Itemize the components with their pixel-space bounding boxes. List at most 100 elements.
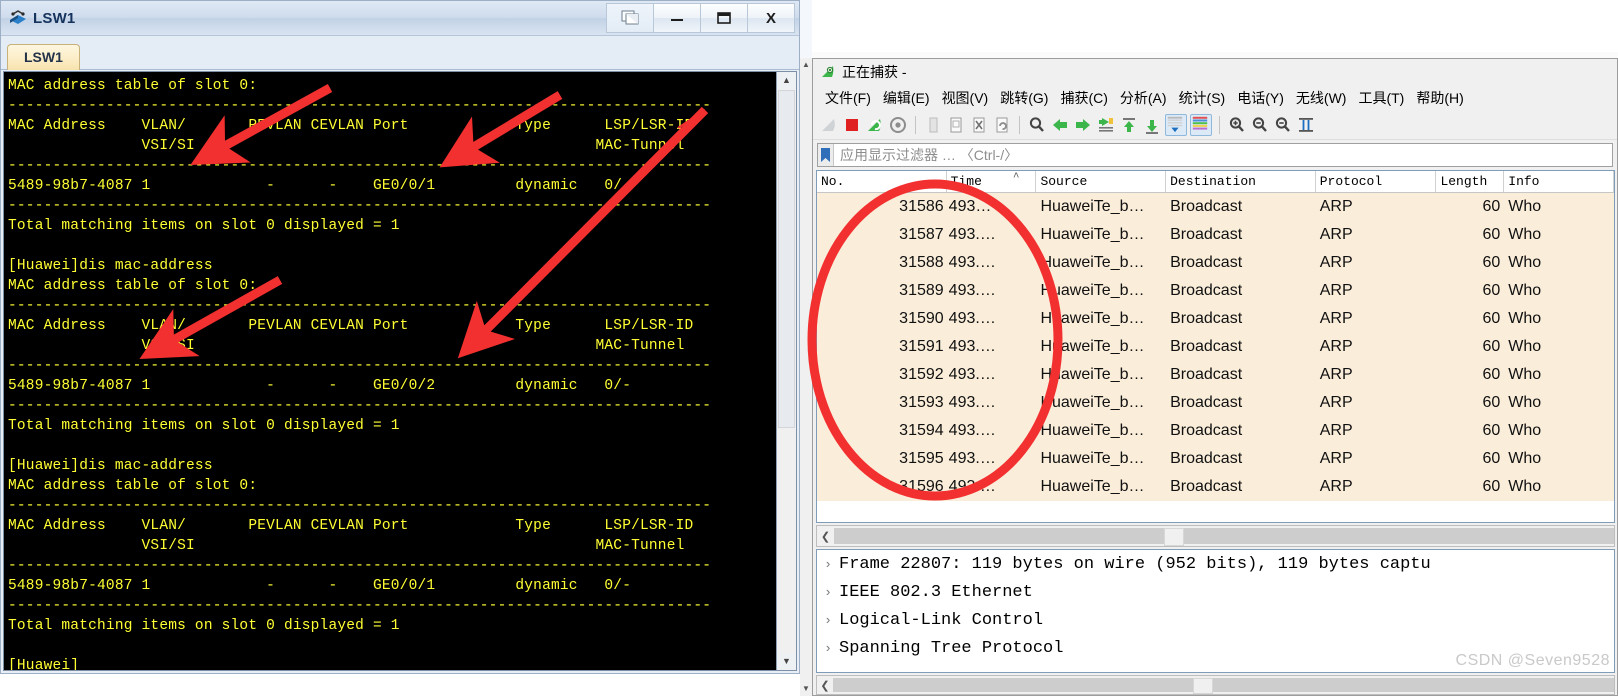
packet-list-row[interactable]: 31587 493.… HuaweiTe_b… Broadcast ARP 60 Who: [817, 221, 1614, 249]
packet-cell-source: HuaweiTe_b…: [1040, 310, 1145, 327]
column-header-protocol[interactable]: Protocol: [1316, 171, 1437, 192]
hscroll-left-arrow-icon[interactable]: ❮: [817, 530, 834, 543]
go-to-packet-icon[interactable]: [1096, 115, 1116, 135]
menu-tools[interactable]: 工具(T): [1352, 86, 1410, 110]
packet-list-row[interactable]: 31596 493.… HuaweiTe_b… Broadcast ARP 60 Who: [817, 473, 1614, 501]
menu-analyze[interactable]: 分析(A): [1114, 86, 1173, 110]
go-to-first-icon[interactable]: [1119, 115, 1139, 135]
packet-list-panel[interactable]: No. Time ^ Source Destination Protocol Le…: [816, 170, 1615, 523]
menu-telephony[interactable]: 电话(Y): [1231, 86, 1290, 110]
expand-arrow-icon[interactable]: ›: [817, 641, 839, 656]
detail-hscroll-thumb[interactable]: [1193, 678, 1213, 694]
reload-file-icon[interactable]: [992, 115, 1012, 135]
menu-capture[interactable]: 捕获(C): [1054, 86, 1113, 110]
column-header-destination[interactable]: Destination: [1166, 171, 1316, 192]
packet-cell-protocol: ARP: [1319, 282, 1353, 299]
display-filter-placeholder: 应用显示过滤器 … 〈Ctrl-/〉: [840, 147, 1019, 163]
zoom-out-icon[interactable]: [1250, 115, 1270, 135]
tab-lsw1[interactable]: LSW1: [7, 44, 80, 70]
packet-cell-protocol: ARP: [1319, 366, 1353, 383]
console-scrollbar-thumb[interactable]: [778, 90, 795, 428]
minimize-window-button[interactable]: [653, 3, 701, 33]
expand-arrow-icon[interactable]: ›: [817, 585, 839, 600]
ensp-scroll-down-icon[interactable]: ▼: [800, 682, 812, 696]
packet-list-row[interactable]: 31588 493.… HuaweiTe_b… Broadcast ARP 60 Who: [817, 249, 1614, 277]
console-scroll-down-icon[interactable]: ▼: [777, 653, 796, 670]
hscroll-track[interactable]: [834, 528, 1614, 546]
column-header-source[interactable]: Source: [1036, 171, 1167, 192]
hscroll-thumb[interactable]: [1164, 528, 1184, 546]
packet-list-row[interactable]: 31595 493.… HuaweiTe_b… Broadcast ARP 60 Who: [817, 445, 1614, 473]
start-capture-icon[interactable]: [819, 115, 839, 135]
filter-bookmark-icon[interactable]: [818, 144, 834, 166]
packet-cell-destination: Broadcast: [1170, 478, 1243, 495]
console-scroll-up-icon[interactable]: ▲: [777, 72, 796, 89]
packet-cell-info: Who: [1508, 450, 1542, 467]
wireshark-toolbar: [813, 111, 1617, 140]
packet-list-row[interactable]: 31593 493.… HuaweiTe_b… Broadcast ARP 60 Who: [817, 389, 1614, 417]
lsw1-terminal-window: LSW1 X LSW1 MAC address table of slot 0:…: [0, 0, 800, 674]
menu-help[interactable]: 帮助(H): [1410, 86, 1469, 110]
stop-capture-icon[interactable]: [842, 115, 862, 135]
display-filter-bar[interactable]: 应用显示过滤器 … 〈Ctrl-/〉: [817, 143, 1613, 167]
packet-cell-info: Who: [1508, 310, 1542, 327]
column-header-time[interactable]: Time ^: [947, 171, 1037, 192]
packet-detail-horizontal-scrollbar[interactable]: ❮: [816, 675, 1615, 695]
save-file-icon[interactable]: [946, 115, 966, 135]
packet-cell-source: HuaweiTe_b…: [1040, 226, 1145, 243]
colorize-icon[interactable]: [1190, 114, 1212, 136]
lsw1-title-bar[interactable]: LSW1 X: [1, 1, 799, 36]
restore-window-button[interactable]: [606, 3, 654, 33]
packet-cell-source: HuaweiTe_b…: [1040, 282, 1145, 299]
menu-wireless[interactable]: 无线(W): [1290, 86, 1353, 110]
open-file-icon[interactable]: [923, 115, 943, 135]
toolbar-separator: [915, 116, 916, 134]
detail-row-frame[interactable]: › Frame 22807: 119 bytes on wire (952 bi…: [817, 550, 1614, 578]
go-back-icon[interactable]: [1050, 115, 1070, 135]
packet-list-row[interactable]: 31594 493.… HuaweiTe_b… Broadcast ARP 60 Who: [817, 417, 1614, 445]
packet-cell-source: HuaweiTe_b…: [1040, 394, 1145, 411]
capture-options-icon[interactable]: [888, 115, 908, 135]
menu-view[interactable]: 视图(V): [936, 86, 995, 110]
detail-hscroll-track[interactable]: [833, 678, 1614, 694]
autoscroll-icon[interactable]: [1165, 114, 1187, 136]
console-text: MAC address table of slot 0: -----------…: [8, 78, 712, 670]
console-vertical-scrollbar[interactable]: ▲ ▼: [776, 72, 796, 670]
resize-columns-icon[interactable]: [1296, 115, 1316, 135]
maximize-window-button[interactable]: [700, 3, 748, 33]
expand-arrow-icon[interactable]: ›: [817, 613, 839, 628]
detail-row-ethernet[interactable]: › IEEE 802.3 Ethernet: [817, 578, 1614, 606]
detail-text: Logical-Link Control: [839, 610, 1044, 630]
close-file-icon[interactable]: [969, 115, 989, 135]
packet-cell-protocol: ARP: [1319, 310, 1353, 327]
ensp-scroll-up-icon[interactable]: ▲: [800, 58, 812, 72]
menu-file[interactable]: 文件(F): [819, 86, 877, 110]
lsw1-tab-strip: LSW1: [1, 36, 799, 70]
packet-list-horizontal-scrollbar[interactable]: ❮: [816, 525, 1615, 547]
close-window-button[interactable]: X: [747, 3, 795, 33]
restart-capture-icon[interactable]: [865, 115, 885, 135]
go-to-last-icon[interactable]: [1142, 115, 1162, 135]
packet-cell-time: 493.…: [948, 254, 996, 271]
packet-list-row[interactable]: 31586 493… HuaweiTe_b… Broadcast ARP 60 Who: [817, 193, 1614, 221]
column-header-info[interactable]: Info: [1504, 171, 1614, 192]
console-output[interactable]: MAC address table of slot 0: -----------…: [4, 72, 776, 670]
menu-statistics[interactable]: 统计(S): [1173, 86, 1232, 110]
find-packet-icon[interactable]: [1027, 115, 1047, 135]
menu-edit[interactable]: 编辑(E): [877, 86, 936, 110]
packet-list-row[interactable]: 31591 493.… HuaweiTe_b… Broadcast ARP 60 Who: [817, 333, 1614, 361]
detail-row-llc[interactable]: › Logical-Link Control: [817, 606, 1614, 634]
expand-arrow-icon[interactable]: ›: [817, 557, 839, 572]
menu-go[interactable]: 跳转(G): [994, 86, 1054, 110]
zoom-in-icon[interactable]: [1227, 115, 1247, 135]
go-forward-icon[interactable]: [1073, 115, 1093, 135]
packet-list-row[interactable]: 31590 493.… HuaweiTe_b… Broadcast ARP 60 Who: [817, 305, 1614, 333]
packet-cell-destination: Broadcast: [1170, 198, 1243, 215]
zoom-reset-icon[interactable]: [1273, 115, 1293, 135]
packet-cell-protocol: ARP: [1319, 478, 1353, 495]
column-header-length[interactable]: Length: [1436, 171, 1505, 192]
column-header-no[interactable]: No.: [817, 171, 947, 192]
packet-list-row[interactable]: 31592 493.… HuaweiTe_b… Broadcast ARP 60 Who: [817, 361, 1614, 389]
packet-list-row[interactable]: 31589 493.… HuaweiTe_b… Broadcast ARP 60 Who: [817, 277, 1614, 305]
detail-hscroll-left-arrow-icon[interactable]: ❮: [817, 679, 833, 692]
